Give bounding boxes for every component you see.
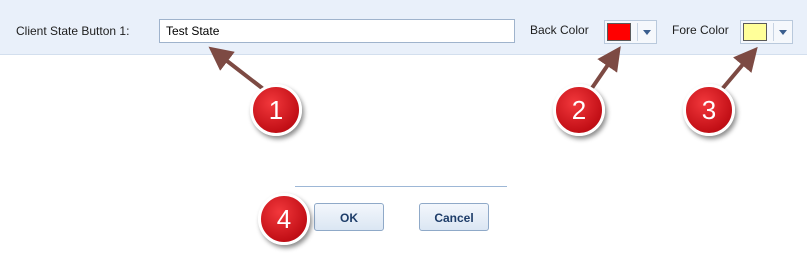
button-separator xyxy=(295,186,507,187)
fore-color-picker[interactable] xyxy=(740,20,793,44)
picker-divider xyxy=(637,23,638,41)
settings-bar: Client State Button 1: Back Color Fore C… xyxy=(0,0,807,55)
back-color-picker[interactable] xyxy=(604,20,657,44)
back-color-label: Back Color xyxy=(530,23,589,37)
back-color-swatch[interactable] xyxy=(607,23,631,41)
callout-badge-4: 4 xyxy=(258,193,310,245)
callout-arrow-1 xyxy=(208,46,264,90)
chevron-down-icon[interactable] xyxy=(643,30,651,35)
cancel-button[interactable]: Cancel xyxy=(419,203,489,231)
callout-arrow-3 xyxy=(721,46,758,90)
callout-arrow-2 xyxy=(590,46,621,90)
client-state-label: Client State Button 1: xyxy=(16,24,130,38)
ok-button[interactable]: OK xyxy=(314,203,384,231)
fore-color-label: Fore Color xyxy=(672,23,729,37)
callout-badge-2: 2 xyxy=(553,84,605,136)
callout-badge-3: 3 xyxy=(683,84,735,136)
chevron-down-icon[interactable] xyxy=(779,30,787,35)
picker-divider xyxy=(773,23,774,41)
dialog: Client State Button 1: Back Color Fore C… xyxy=(0,0,807,266)
callout-badge-1: 1 xyxy=(250,84,302,136)
client-state-input[interactable] xyxy=(159,19,515,43)
fore-color-swatch[interactable] xyxy=(743,23,767,41)
